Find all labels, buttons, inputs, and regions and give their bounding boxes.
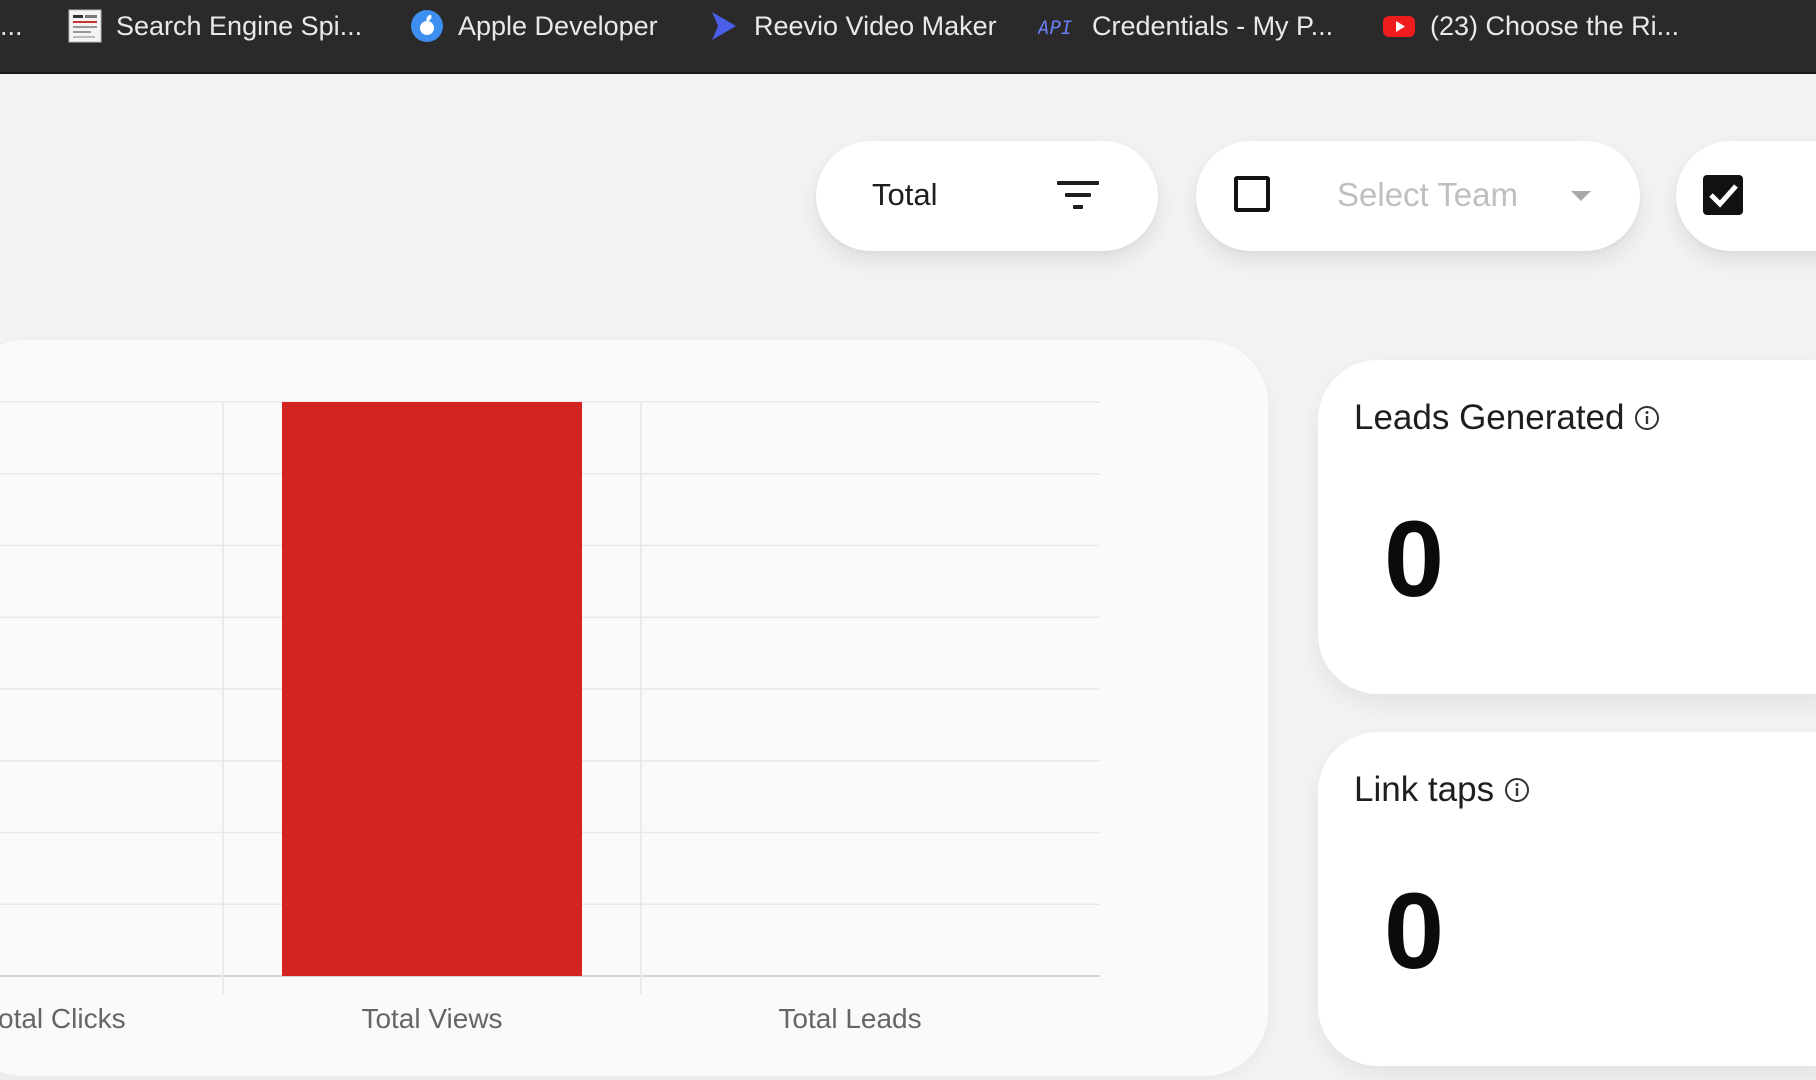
bookmarks-overflow-label: ... [0, 10, 23, 41]
team-checkbox[interactable] [1234, 176, 1270, 212]
bar-total-views[interactable] [282, 402, 582, 976]
checked-filter-pill [1676, 141, 1816, 251]
x-tick-label: Total Views [361, 1003, 502, 1034]
bookmark-label: (23) Choose the Ri... [1430, 10, 1680, 41]
leads-generated-card: Leads Generated 0 [1318, 360, 1816, 694]
x-tick-label: Total Leads [778, 1003, 921, 1034]
chevron-down-icon[interactable] [1570, 189, 1592, 203]
checked-checkbox[interactable] [1703, 175, 1743, 215]
filter-icon[interactable] [1056, 177, 1100, 213]
info-icon[interactable] [1634, 405, 1660, 431]
reevio-play-icon [712, 12, 736, 40]
site-thumbnail-icon [68, 9, 102, 43]
chart-canvas: otal Clicks Total Views Total Leads [0, 401, 1100, 1034]
link-taps-label: Link taps [1354, 770, 1495, 809]
bookmark-credentials[interactable]: API Credentials - My P... [1038, 0, 1333, 52]
team-selector[interactable]: Select Team [1196, 141, 1640, 251]
bookmark-apple-developer[interactable]: Apple Developer [410, 0, 658, 52]
total-filter-label: Total [872, 177, 938, 212]
bookmark-reevio-video-maker[interactable]: Reevio Video Maker [706, 0, 997, 52]
youtube-icon [1383, 16, 1415, 37]
bookmark-label: Search Engine Spi... [116, 10, 363, 41]
select-team-dropdown[interactable]: Select Team [1337, 176, 1518, 214]
link-taps-card: Link taps 0 [1318, 732, 1816, 1066]
bookmark-youtube[interactable]: (23) Choose the Ri... [1382, 0, 1679, 52]
bookmark-label: Apple Developer [458, 10, 658, 41]
leads-generated-value: 0 [1384, 498, 1445, 619]
bookmark-label: Credentials - My P... [1092, 10, 1334, 41]
bookmarks-overflow[interactable]: ... [0, 0, 23, 52]
leads-generated-title: Leads Generated [1354, 398, 1660, 438]
x-tick-label: otal Clicks [0, 1003, 126, 1034]
api-icon: API [1038, 17, 1072, 39]
checkmark-icon [1709, 184, 1738, 208]
svg-text:API: API [1038, 17, 1072, 39]
total-filter-dropdown[interactable]: Total [816, 141, 1158, 251]
metrics-bar-chart: otal Clicks Total Views Total Leads [0, 340, 1268, 1076]
leads-generated-label: Leads Generated [1354, 398, 1625, 437]
info-icon[interactable] [1504, 777, 1530, 803]
bookmarks-bar: ... Search Engine Spi... Apple Developer… [0, 0, 1816, 74]
bookmark-label: Reevio Video Maker [754, 10, 997, 41]
apple-developer-icon [411, 10, 443, 42]
link-taps-value: 0 [1384, 870, 1445, 991]
link-taps-title: Link taps [1354, 770, 1530, 810]
bookmark-search-engine-spider[interactable]: Search Engine Spi... [68, 0, 362, 52]
